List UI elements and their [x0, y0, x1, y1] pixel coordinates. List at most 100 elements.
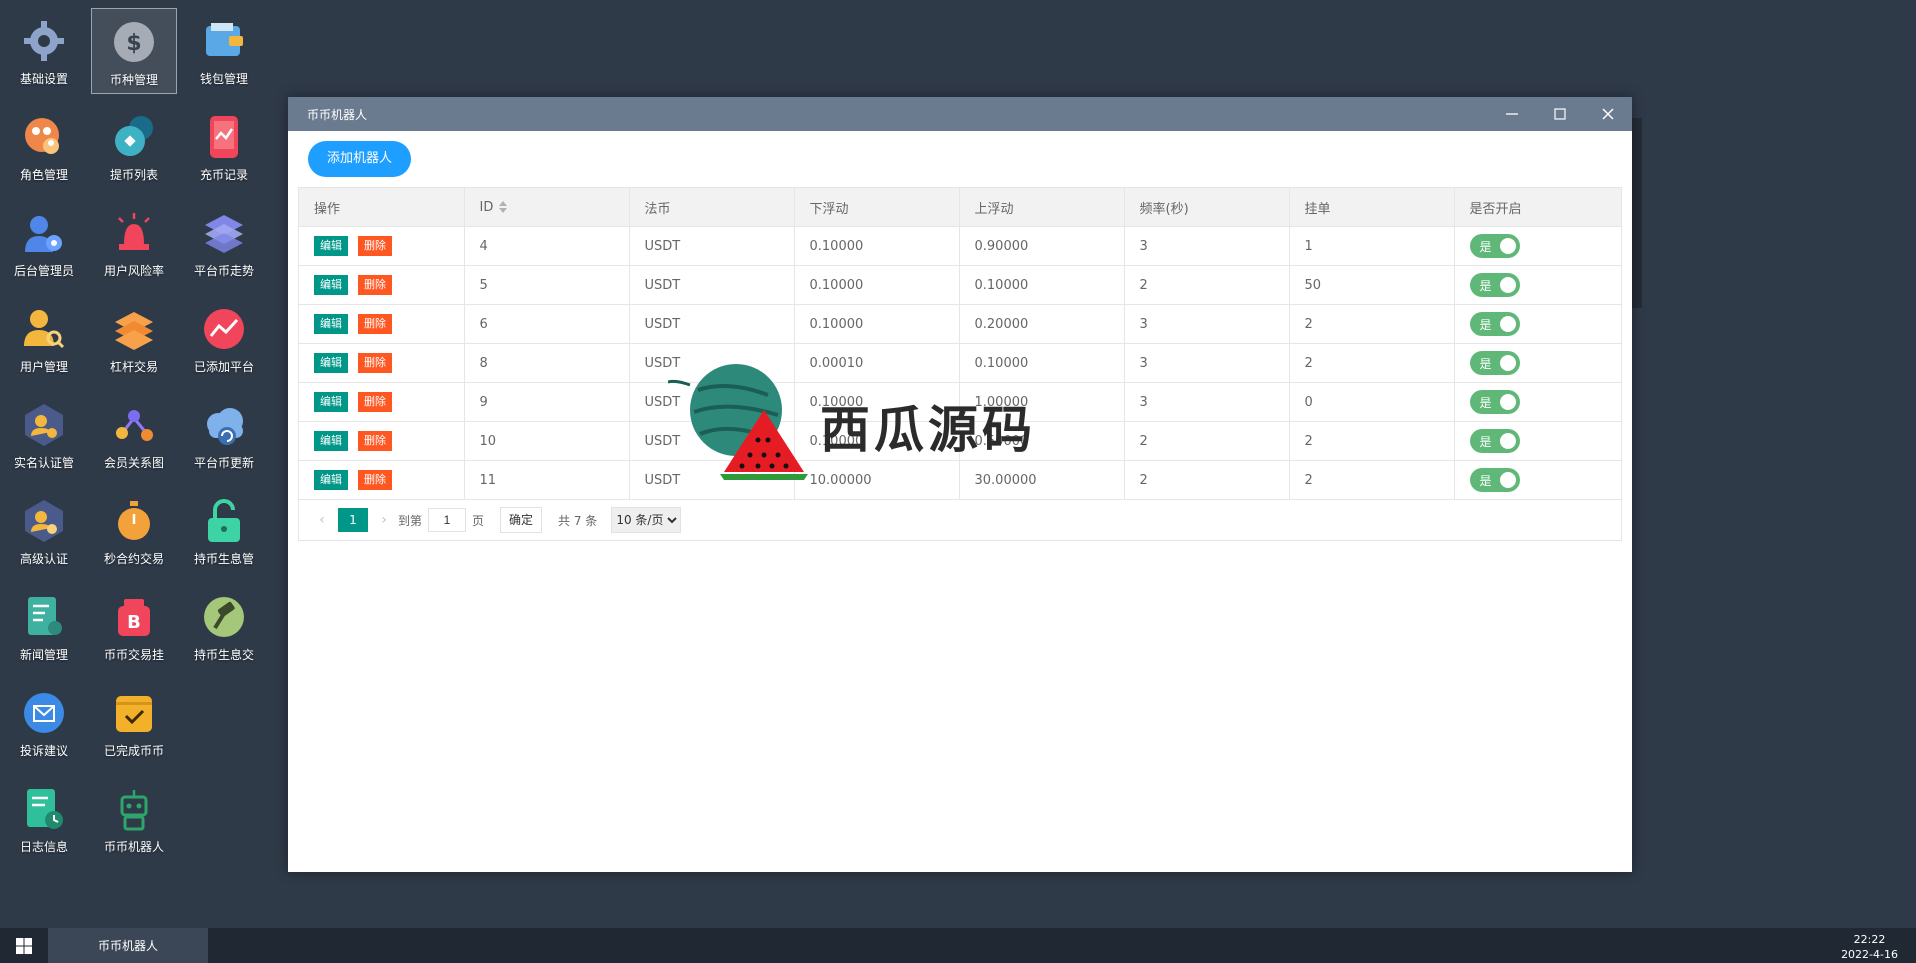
delete-button[interactable]: 删除	[358, 431, 392, 451]
sort-icon[interactable]	[499, 201, 508, 213]
enabled-toggle[interactable]: 是	[1469, 273, 1520, 297]
enabled-toggle[interactable]: 是	[1469, 429, 1520, 453]
desktop-icon-user-search[interactable]: 用户管理	[1, 296, 87, 382]
desktop-icon-label: 充币记录	[199, 168, 248, 182]
window-controls	[1488, 97, 1632, 131]
edit-button[interactable]: 编辑	[314, 236, 348, 256]
desktop-icon-alarm[interactable]: 用户风险率	[91, 200, 177, 286]
desktop-icon-label: 已添加平台	[193, 360, 254, 374]
delete-button[interactable]: 删除	[358, 353, 392, 373]
table-row: 编辑 删除 11 USDT 10.00000 30.00000 2 2 是	[299, 460, 1621, 500]
desktop-icon-trend[interactable]: 已添加平台	[181, 296, 267, 382]
svg-text:B: B	[127, 612, 141, 633]
cell-up-float: 0.10000	[959, 265, 1125, 305]
col-header-id-label: ID	[479, 199, 494, 215]
enabled-toggle[interactable]: 是	[1469, 468, 1520, 492]
cell-enabled: 是	[1454, 382, 1621, 422]
edit-button[interactable]: 编辑	[314, 314, 348, 334]
desktop-icon-bitcoin-bag[interactable]: B 币币交易挂	[91, 584, 177, 670]
desktop-icon-role[interactable]: 角色管理	[1, 104, 87, 190]
start-button[interactable]	[0, 928, 48, 963]
desktop-icon-check-folder[interactable]: 已完成币币	[91, 680, 177, 766]
log-icon	[27, 789, 63, 829]
enabled-toggle[interactable]: 是	[1469, 312, 1520, 336]
table-row: 编辑 删除 10 USDT 0.10000 0.50000 2 2 是	[299, 421, 1621, 461]
col-header-fiat: 法币	[629, 188, 795, 227]
cell-orders: 1	[1289, 226, 1455, 266]
unlock-icon	[208, 499, 240, 542]
desktop-icon-dollar[interactable]: $ 币种管理	[91, 8, 177, 94]
window-titlebar[interactable]: 币币机器人	[288, 97, 1632, 131]
prev-page-icon[interactable]: ‹	[314, 512, 330, 528]
close-icon	[1602, 108, 1614, 120]
enabled-toggle[interactable]: 是	[1469, 390, 1520, 414]
desktop-icon-verify[interactable]: 实名认证管	[1, 392, 87, 478]
desktop-icon-stack[interactable]: 杠杆交易	[91, 296, 177, 382]
enabled-toggle[interactable]: 是	[1469, 234, 1520, 258]
desktop-icon-layers[interactable]: 平台币走势	[181, 200, 267, 286]
desktop-icon-withdraw[interactable]: 提币列表	[91, 104, 177, 190]
delete-button[interactable]: 删除	[358, 236, 392, 256]
user-search-icon	[24, 310, 65, 349]
taskbar: 币币机器人 22:22 2022-4-16	[0, 928, 1916, 963]
goto-page-input[interactable]	[428, 508, 467, 532]
add-robot-button[interactable]: 添加机器人	[308, 141, 412, 177]
taskbar-item-robot[interactable]: 币币机器人	[48, 928, 208, 963]
goto-confirm-button[interactable]: 确定	[500, 507, 543, 533]
alarm-icon	[118, 213, 150, 250]
minimize-button[interactable]	[1488, 97, 1536, 131]
background-window-edge	[1632, 118, 1642, 308]
desktop-icon-stopwatch[interactable]: 秒合约交易	[91, 488, 177, 574]
edit-button[interactable]: 编辑	[314, 470, 348, 490]
enabled-toggle[interactable]: 是	[1469, 351, 1520, 375]
desktop-icon-mail[interactable]: 投诉建议	[1, 680, 87, 766]
table-body: 编辑 删除 4 USDT 0.10000 0.90000 3 1 是编辑 删除 5 USDT 0.100…	[299, 226, 1621, 500]
cell-actions: 编辑 删除	[299, 265, 465, 305]
desktop-icon-hammer[interactable]: 持币生息交	[181, 584, 267, 670]
desktop-icon-label: 平台币走势	[193, 264, 254, 278]
desktop-icon-recharge[interactable]: 充币记录	[181, 104, 267, 190]
admin-icon	[25, 216, 62, 252]
desktop-icon-network[interactable]: 会员关系图	[91, 392, 177, 478]
delete-button[interactable]: 删除	[358, 314, 392, 334]
cell-actions: 编辑 删除	[299, 343, 465, 383]
edit-button[interactable]: 编辑	[314, 353, 348, 373]
desktop-icon-label: 实名认证管	[13, 456, 74, 470]
desktop-icon-advanced-verify[interactable]: 高级认证	[1, 488, 87, 574]
close-button[interactable]	[1584, 97, 1632, 131]
cell-up-float: 1.00000	[959, 382, 1125, 422]
table-row: 编辑 删除 8 USDT 0.00010 0.10000 3 2 是	[299, 343, 1621, 383]
next-page-icon[interactable]: ›	[376, 512, 392, 528]
maximize-button[interactable]	[1536, 97, 1584, 131]
delete-button[interactable]: 删除	[358, 275, 392, 295]
desktop-icon-label: 后台管理员	[13, 264, 74, 278]
desktop-icon-news[interactable]: 新闻管理	[1, 584, 87, 670]
delete-button[interactable]: 删除	[358, 470, 392, 490]
edit-button[interactable]: 编辑	[314, 392, 348, 412]
desktop-icon-label: 已完成币币	[103, 744, 164, 758]
desktop-icon-gear[interactable]: 基础设置	[1, 8, 87, 94]
cell-enabled: 是	[1454, 421, 1621, 461]
desktop-icon-admin[interactable]: 后台管理员	[1, 200, 87, 286]
desktop-icon-log[interactable]: 日志信息	[1, 776, 87, 862]
robot-table: 操作 ID 法币 下浮动 上浮动 频率(秒) 挂单 是否开启 编辑 删除 4 USDT…	[298, 187, 1622, 541]
desktop-icon-wallet[interactable]: 钱包管理	[181, 8, 267, 94]
edit-button[interactable]: 编辑	[314, 275, 348, 295]
cell-fiat: USDT	[629, 460, 795, 500]
clock-date: 2022-4-16	[1841, 948, 1898, 961]
cell-down-float: 0.10000	[794, 421, 960, 461]
cell-frequency: 3	[1124, 382, 1290, 422]
page-size-select[interactable]: 10 条/页	[611, 507, 682, 533]
window-title: 币币机器人	[307, 107, 368, 122]
minimize-icon	[1506, 113, 1518, 115]
current-page[interactable]: 1	[338, 508, 368, 532]
desktop-icon-cloud-refresh[interactable]: 平台币更新	[181, 392, 267, 478]
edit-button[interactable]: 编辑	[314, 431, 348, 451]
delete-button[interactable]: 删除	[358, 392, 392, 412]
trend-icon	[204, 309, 244, 349]
cell-orders: 2	[1289, 304, 1455, 344]
col-header-id[interactable]: ID	[464, 188, 630, 227]
desktop-icon-robot[interactable]: 币币机器人	[91, 776, 177, 862]
desktop-icon-unlock[interactable]: 持币生息管	[181, 488, 267, 574]
pagination: ‹ 1 › 到第 页 确定 共 7 条 10 条/页	[299, 500, 1621, 540]
